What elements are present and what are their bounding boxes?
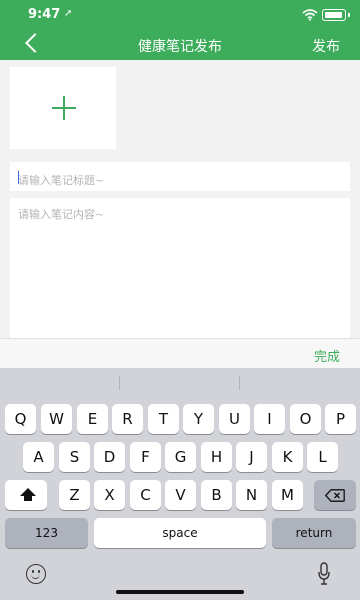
key-v[interactable]: V [165,480,196,510]
key-r[interactable]: R [112,404,143,434]
key-j[interactable]: J [236,442,267,472]
wifi-icon [302,9,318,21]
key-i[interactable]: I [254,404,285,434]
nav-bar: 健康笔记发布 发布 [0,30,360,60]
status-bar: 9:47 ➚ [0,0,360,30]
key-y[interactable]: Y [183,404,214,434]
note-content-input[interactable]: 请输入笔记内容~ [10,198,350,338]
key-h[interactable]: H [201,442,232,472]
backspace-icon [325,489,345,502]
key-w[interactable]: W [41,404,72,434]
emoji-icon[interactable] [26,564,46,584]
note-title-placeholder: 请输入笔记标题~ [18,174,105,187]
delete-key[interactable] [314,480,356,510]
key-l[interactable]: L [307,442,338,472]
status-time: 9:47 [28,7,61,22]
key-q[interactable]: Q [5,404,36,434]
publish-button[interactable]: 发布 [312,36,340,56]
suggestion-separator [239,376,240,390]
numbers-key[interactable]: 123 [5,518,88,548]
key-f[interactable]: F [130,442,161,472]
keyboard: Q W E R T Y U I O P A S D F G H J K L Z … [0,368,360,600]
key-k[interactable]: K [272,442,303,472]
keyboard-toolbar: 完成 [0,338,360,368]
battery-tip [348,13,350,17]
shift-key[interactable] [5,480,47,510]
key-g[interactable]: G [165,442,196,472]
add-photo-button[interactable] [10,67,116,149]
key-x[interactable]: X [94,480,125,510]
key-c[interactable]: C [130,480,161,510]
return-key[interactable]: return [272,518,356,548]
key-n[interactable]: N [236,480,267,510]
key-u[interactable]: U [219,404,250,434]
key-p[interactable]: P [325,404,356,434]
key-a[interactable]: A [23,442,54,472]
done-button[interactable]: 完成 [314,346,340,365]
shift-arrow-stem [24,495,32,501]
location-arrow-icon: ➚ [64,8,73,19]
key-t[interactable]: T [148,404,179,434]
key-d[interactable]: D [94,442,125,472]
key-s[interactable]: S [59,442,90,472]
note-content-placeholder: 请输入笔记内容~ [18,208,105,221]
note-title-input[interactable]: 请输入笔记标题~ [10,162,350,191]
key-b[interactable]: B [201,480,232,510]
space-key[interactable]: space [94,518,266,548]
suggestion-bar [0,368,360,396]
microphone-icon[interactable] [318,562,330,586]
battery-icon [322,9,346,21]
page-title: 健康笔记发布 [138,39,222,55]
key-z[interactable]: Z [59,480,90,510]
suggestion-separator [119,376,120,390]
key-e[interactable]: E [77,404,108,434]
key-o[interactable]: O [290,404,321,434]
home-indicator [116,590,244,594]
header: 9:47 ➚ 健康笔记发布 发布 [0,0,360,60]
plus-icon-vertical [63,96,65,120]
text-caret [18,171,19,184]
key-m[interactable]: M [272,480,303,510]
